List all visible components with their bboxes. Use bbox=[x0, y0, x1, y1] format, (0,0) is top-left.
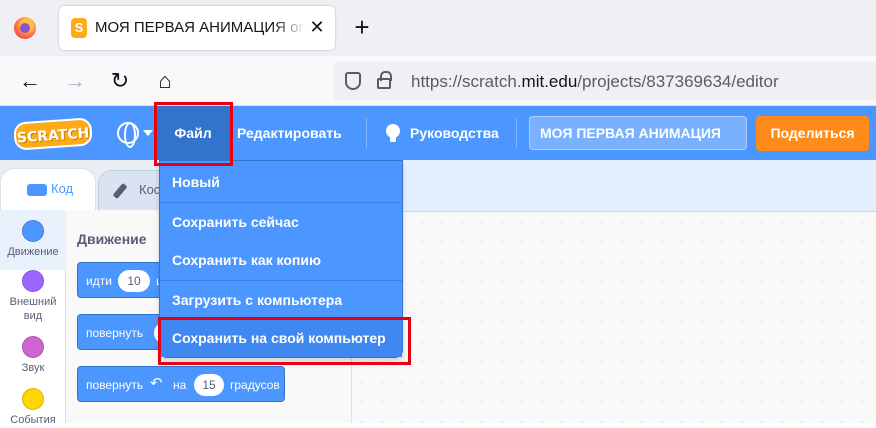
back-button[interactable]: ← bbox=[17, 68, 43, 94]
palette-title: Движение bbox=[77, 231, 147, 247]
category-label: Движение bbox=[7, 246, 59, 258]
browser-tab-bar: S МОЯ ПЕРВАЯ АНИМАЦИЯ on Scratch ✕ + bbox=[0, 0, 876, 56]
tab-code-label: Код bbox=[51, 181, 74, 196]
block-text: на bbox=[173, 378, 187, 392]
looks-category-icon bbox=[22, 270, 44, 292]
block-text: идти bbox=[86, 274, 112, 288]
address-bar[interactable]: https://scratch.mit.edu/projects/8373696… bbox=[333, 62, 876, 100]
firefox-icon[interactable] bbox=[14, 17, 36, 39]
events-category-icon bbox=[22, 388, 44, 410]
menu-divider bbox=[516, 118, 517, 148]
motion-category-icon bbox=[22, 220, 44, 242]
edit-menu-button[interactable]: Редактировать bbox=[237, 106, 342, 160]
menu-item-save-to-computer[interactable]: Сохранить на свой компьютер bbox=[160, 319, 402, 357]
category-label: Внешний вид bbox=[9, 296, 57, 322]
category-label: Звук bbox=[21, 362, 45, 374]
stage-header bbox=[352, 160, 876, 212]
tab-code[interactable]: Код bbox=[0, 168, 96, 212]
menu-item-save-copy[interactable]: Сохранить как копию bbox=[160, 241, 402, 279]
sound-category-icon bbox=[22, 336, 44, 358]
steps-input[interactable]: 10 bbox=[118, 270, 150, 292]
home-button[interactable]: ⌂ bbox=[152, 68, 178, 94]
share-button[interactable]: Поделиться bbox=[756, 116, 869, 151]
brush-icon bbox=[112, 182, 128, 200]
category-sound[interactable]: Звук bbox=[0, 336, 66, 386]
menu-divider bbox=[366, 118, 367, 148]
tutorials-button[interactable]: Руководства bbox=[410, 106, 499, 160]
browser-tab[interactable]: S МОЯ ПЕРВАЯ АНИМАЦИЯ on Scratch ✕ bbox=[59, 6, 335, 50]
browser-nav-bar: ← → ↻ ⌂ https://scratch.mit.edu/projects… bbox=[0, 56, 876, 106]
category-motion[interactable]: Движение bbox=[0, 210, 66, 270]
scratch-favicon-icon: S bbox=[71, 18, 87, 38]
close-tab-icon[interactable]: ✕ bbox=[307, 16, 327, 38]
menu-item-new[interactable]: Новый bbox=[160, 163, 402, 201]
category-sidebar: Движение Внешний вид Звук События bbox=[0, 210, 66, 426]
block-text: повернуть bbox=[86, 378, 144, 392]
block-text: градусов bbox=[230, 378, 280, 392]
file-dropdown-menu: Новый Сохранить сейчас Сохранить как коп… bbox=[159, 160, 403, 358]
scratch-logo[interactable]: SCRATCH bbox=[13, 117, 93, 151]
tab-costumes-label: Кос bbox=[139, 182, 161, 197]
forward-button[interactable]: → bbox=[62, 68, 88, 94]
category-looks[interactable]: Внешний вид bbox=[0, 270, 66, 336]
rotate-left-icon: ↶ bbox=[150, 375, 163, 392]
lock-icon[interactable] bbox=[377, 71, 392, 89]
degrees-input[interactable]: 15 bbox=[194, 374, 224, 396]
shield-icon[interactable] bbox=[345, 72, 361, 90]
scratch-menu-bar: SCRATCH Файл Редактировать Руководства М… bbox=[0, 106, 876, 160]
new-tab-button[interactable]: + bbox=[350, 14, 374, 40]
reload-button[interactable]: ↻ bbox=[107, 68, 133, 94]
url-text[interactable]: https://scratch.mit.edu/projects/8373696… bbox=[411, 72, 779, 92]
tab-title: МОЯ ПЕРВАЯ АНИМАЦИЯ on Scratch bbox=[95, 19, 305, 36]
category-events[interactable]: События bbox=[0, 388, 66, 428]
category-label: События bbox=[10, 414, 56, 426]
menu-item-save-now[interactable]: Сохранить сейчас bbox=[160, 203, 402, 241]
block-text: повернуть bbox=[86, 326, 144, 340]
code-workspace[interactable] bbox=[352, 212, 876, 423]
globe-icon[interactable] bbox=[117, 122, 139, 148]
project-title-input[interactable]: МОЯ ПЕРВАЯ АНИМАЦИЯ bbox=[529, 116, 747, 150]
turn-left-block[interactable]: повернуть ↶ на 15 градусов bbox=[77, 366, 285, 402]
chevron-down-icon[interactable] bbox=[143, 130, 153, 136]
lightbulb-icon[interactable] bbox=[386, 124, 400, 142]
code-icon bbox=[27, 184, 47, 196]
menu-item-load-from-computer[interactable]: Загрузить с компьютера bbox=[160, 281, 402, 319]
file-menu-button[interactable]: Файл bbox=[156, 106, 230, 160]
